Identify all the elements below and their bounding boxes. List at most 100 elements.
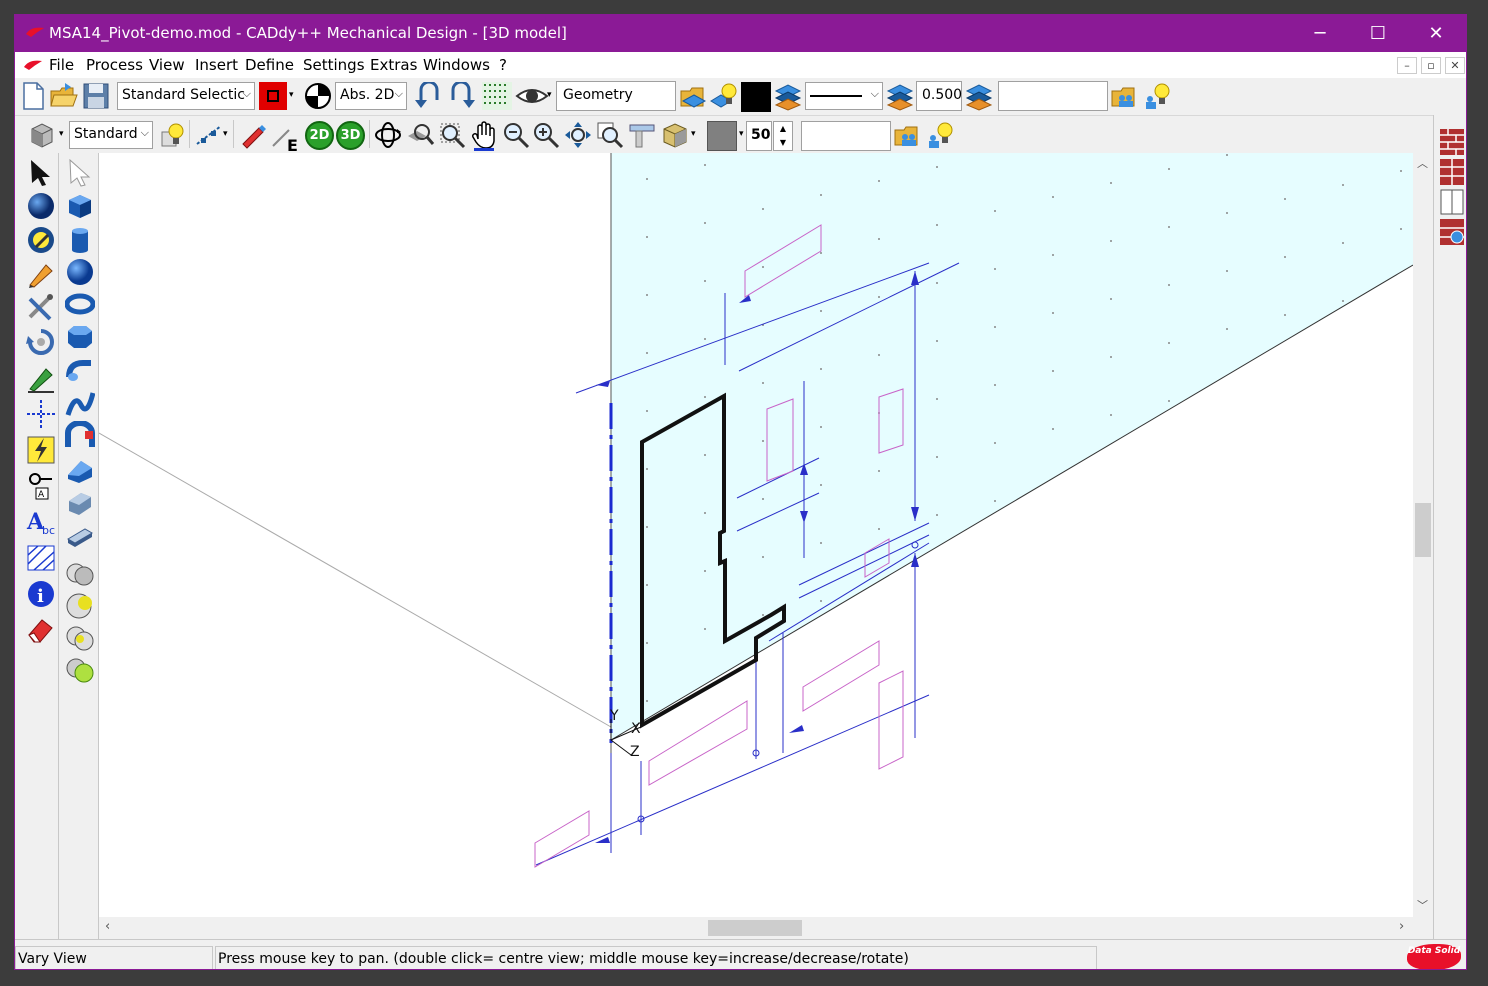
info-icon[interactable]: i [26, 579, 56, 609]
shaded-cube-icon[interactable] [659, 120, 691, 150]
eye-view-icon[interactable] [515, 82, 549, 110]
zoom-cube-icon[interactable] [405, 120, 435, 150]
brick-wall-icon[interactable] [1440, 129, 1464, 155]
selection-mode-select[interactable]: Standard Selectic ⌵ [117, 82, 255, 110]
orbit-rotate-icon[interactable] [373, 120, 403, 150]
hatch-icon[interactable] [26, 543, 56, 573]
mdi-close-button[interactable]: ✕ [1445, 57, 1465, 74]
view-preset-select[interactable]: Standard ⌵ [69, 121, 153, 149]
grey-color-swatch[interactable] [707, 121, 737, 151]
tools-icon[interactable] [26, 293, 56, 323]
boolean-green-icon[interactable] [65, 655, 95, 685]
view-cube-icon[interactable] [27, 120, 57, 150]
edit-e-icon[interactable]: E [269, 120, 301, 152]
view-dropdown-icon[interactable]: ▾ [547, 90, 552, 100]
boolean-union-icon[interactable] [65, 559, 95, 589]
vertical-scrollbar[interactable]: ︿ ﹀ [1413, 153, 1433, 917]
group-folder-icon[interactable] [1110, 81, 1142, 111]
pen-color-swatch[interactable] [259, 82, 287, 110]
bulb-cube-icon[interactable] [158, 120, 188, 150]
chevron-up-icon[interactable]: ▲ [774, 122, 792, 136]
view-group-bulb-icon[interactable] [925, 120, 955, 150]
maximize-button[interactable]: ☐ [1349, 15, 1407, 52]
scroll-left-icon[interactable]: ‹ [105, 919, 110, 934]
spline-sweep-icon[interactable] [65, 389, 95, 419]
pencil-edit-icon[interactable] [237, 120, 267, 150]
layer-name-field[interactable]: Geometry [556, 81, 676, 111]
menu-help[interactable]: ? [499, 56, 507, 74]
open-folder-icon[interactable] [49, 81, 79, 111]
menu-extras[interactable]: Extras [370, 56, 417, 74]
extrude-icon[interactable] [65, 487, 95, 517]
layer-stack-icon[interactable] [773, 81, 803, 111]
chevron-down-icon[interactable]: ▼ [774, 136, 792, 150]
menu-insert[interactable]: Insert [195, 56, 238, 74]
close-button[interactable]: ✕ [1407, 15, 1465, 52]
line-style-select[interactable]: ⌵ [805, 82, 883, 110]
undo-icon[interactable] [413, 82, 443, 110]
rotate-icon[interactable] [26, 327, 56, 357]
menu-windows[interactable]: Windows [423, 56, 490, 74]
view-attribute-field[interactable] [801, 121, 891, 151]
layer-bulb-icon[interactable] [709, 81, 739, 111]
sphere-icon[interactable] [26, 191, 56, 221]
zoom-in-icon[interactable] [531, 120, 561, 150]
zoom-all-icon[interactable] [563, 120, 593, 150]
3d-model-viewport[interactable]: Y X Z [99, 153, 1413, 917]
view-cube-dropdown-icon[interactable]: ▾ [59, 129, 64, 139]
minimize-button[interactable]: ─ [1291, 15, 1349, 52]
flat-plate-icon[interactable] [65, 521, 95, 551]
pan-hand-icon[interactable] [469, 119, 499, 151]
color-swatch[interactable] [741, 82, 771, 112]
view-3d-button[interactable]: 3D [336, 121, 365, 150]
save-disk-icon[interactable] [81, 81, 111, 111]
snap-point-icon[interactable] [303, 81, 333, 111]
wedge-icon[interactable] [65, 455, 95, 485]
line-width-field[interactable]: 0.500 [916, 81, 962, 111]
text-symbol-icon[interactable]: A [26, 471, 56, 501]
mdi-restore-button[interactable]: ▫ [1421, 57, 1441, 74]
ghost-arrow-icon[interactable] [65, 157, 95, 187]
boolean-subtract-icon[interactable] [65, 591, 95, 621]
drawing-canvas[interactable]: Y X Z [99, 153, 1413, 917]
width-layer-icon[interactable] [964, 81, 994, 111]
menu-define[interactable]: Define [245, 56, 294, 74]
line-layer-icon[interactable] [885, 81, 915, 111]
pencil-icon[interactable] [26, 259, 56, 289]
scroll-down-icon[interactable]: ﹀ [1417, 897, 1428, 913]
revolve-icon[interactable] [65, 421, 95, 451]
brick-refresh-icon[interactable] [1440, 219, 1464, 245]
zoom-out-icon[interactable] [501, 120, 531, 150]
zoom-window-icon[interactable] [437, 120, 467, 150]
mdi-minimize-button[interactable]: – [1397, 57, 1417, 74]
menu-settings[interactable]: Settings [303, 56, 365, 74]
cube-icon[interactable] [65, 191, 95, 221]
view-2d-button[interactable]: 2D [305, 121, 334, 150]
ball-icon[interactable] [65, 257, 95, 287]
scroll-right-icon[interactable]: › [1399, 919, 1404, 934]
boolean-intersect-icon[interactable] [65, 623, 95, 653]
menu-file[interactable]: File [49, 56, 74, 74]
coord-mode-select[interactable]: Abs. 2D ⌵ [335, 82, 407, 110]
split-window-icon[interactable] [1440, 189, 1464, 215]
lightning-icon[interactable] [26, 435, 56, 465]
menu-process[interactable]: Process [86, 56, 143, 74]
eraser-icon[interactable] [26, 615, 56, 645]
sweep-icon[interactable] [65, 355, 95, 385]
grid-icon[interactable] [481, 81, 513, 111]
horizontal-scroll-thumb[interactable] [708, 920, 802, 936]
green-pencil-icon[interactable] [26, 363, 56, 393]
scroll-up-icon[interactable]: ︿ [1417, 155, 1428, 171]
new-file-icon[interactable] [19, 81, 47, 111]
grey-dropdown-icon[interactable]: ▾ [739, 129, 744, 139]
prism-icon[interactable] [65, 321, 95, 351]
shade-dropdown-icon[interactable]: ▾ [691, 129, 696, 139]
move-points-icon[interactable] [193, 120, 225, 150]
move-dropdown-icon[interactable]: ▾ [223, 129, 228, 139]
title-bar[interactable]: MSA14_Pivot-demo.mod - CADdy++ Mechanica… [15, 15, 1466, 52]
spin-stepper[interactable]: ▲ ▼ [773, 121, 793, 151]
cylinder-icon[interactable] [65, 225, 95, 255]
menu-view[interactable]: View [149, 56, 185, 74]
section-view-icon[interactable] [627, 120, 657, 150]
text-abc-icon[interactable]: Abc [26, 507, 56, 537]
